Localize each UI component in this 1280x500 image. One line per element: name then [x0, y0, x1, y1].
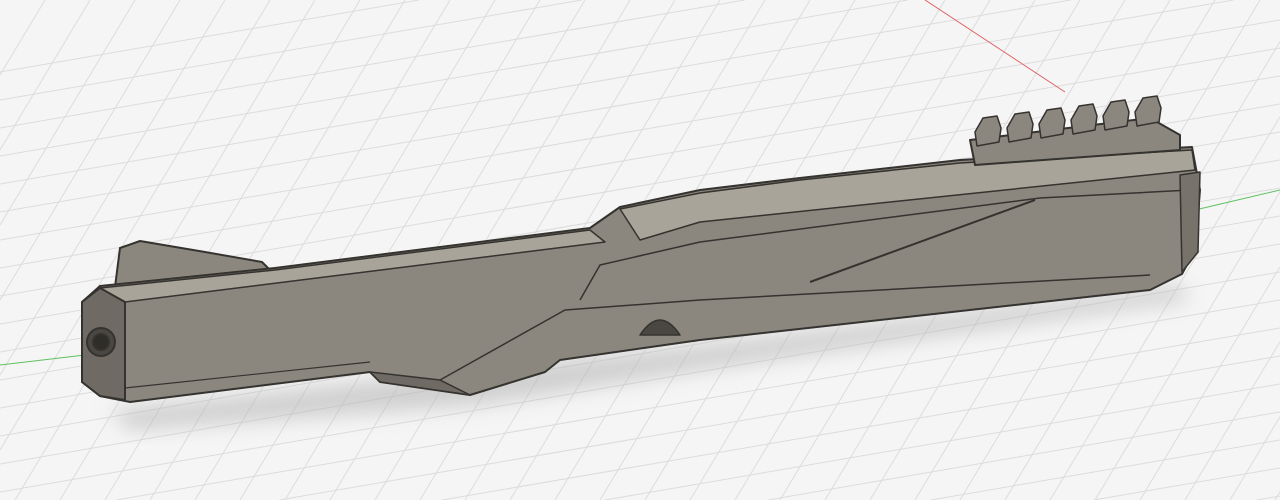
3d-viewport[interactable]	[0, 0, 1280, 500]
muzzle-bore-inner	[92, 333, 110, 351]
